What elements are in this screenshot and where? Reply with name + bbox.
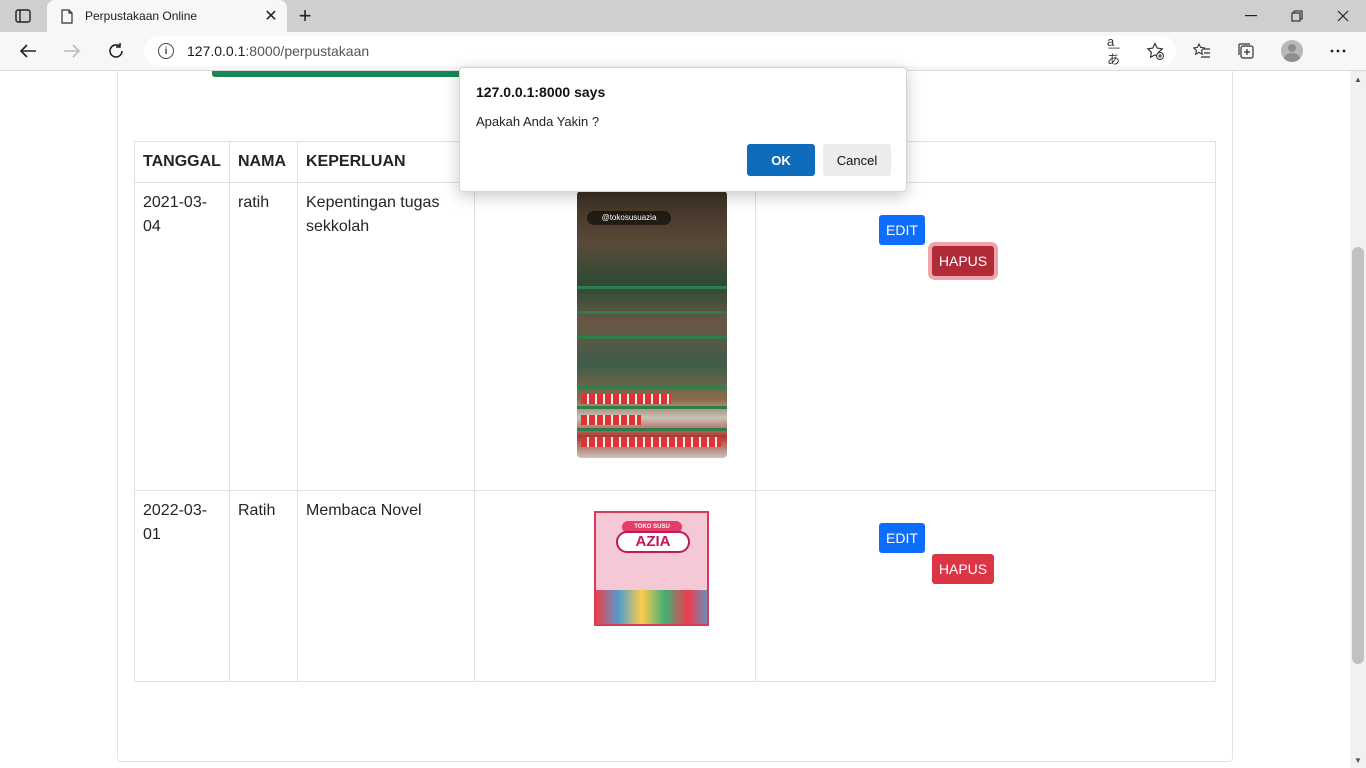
refresh-icon[interactable] xyxy=(101,37,131,65)
table-row: 2021-03-04 ratih Kepentingan tugas sekko… xyxy=(134,182,1216,491)
confirm-dialog: 127.0.0.1:8000 says Apakah Anda Yakin ? … xyxy=(459,67,907,192)
green-accent-bar xyxy=(212,71,462,77)
browser-tab[interactable]: Perpustakaan Online ✕ xyxy=(47,0,287,32)
collections-icon[interactable] xyxy=(1231,37,1261,65)
edit-button[interactable]: EDIT xyxy=(879,523,925,553)
scroll-thumb[interactable] xyxy=(1352,247,1364,664)
hapus-button[interactable]: HAPUS xyxy=(932,554,994,584)
header-tanggal: TANGGAL xyxy=(134,141,230,183)
data-table: TANGGAL NAMA KEPERLUAN 2021-03-04 ratih … xyxy=(134,141,1216,682)
hapus-button[interactable]: HAPUS xyxy=(932,246,994,276)
minimize-icon[interactable] xyxy=(1228,0,1274,32)
cell-keperluan: Membaca Novel xyxy=(297,490,475,682)
url-host: 127.0.0.1 xyxy=(187,43,246,59)
restore-icon[interactable] xyxy=(1274,0,1320,32)
new-tab-icon[interactable]: + xyxy=(294,5,316,27)
cell-image: TOKO SUSU AZIA xyxy=(474,490,756,682)
more-options-icon[interactable] xyxy=(1323,37,1353,65)
cell-actions: EDIT HAPUS xyxy=(755,182,1216,491)
address-bar[interactable]: i 127.0.0.1:8000/perpustakaan a͟ あ xyxy=(144,34,1176,67)
tab-actions-icon[interactable] xyxy=(10,5,36,27)
forward-icon[interactable] xyxy=(57,37,87,65)
url-text: 127.0.0.1:8000/perpustakaan xyxy=(187,43,369,59)
ok-button[interactable]: OK xyxy=(747,144,815,176)
cell-tanggal: 2021-03-04 xyxy=(134,182,230,491)
favorites-icon[interactable] xyxy=(1187,37,1217,65)
cell-tanggal: 2022-03-01 xyxy=(134,490,230,682)
site-info-icon[interactable]: i xyxy=(158,43,174,59)
scroll-up-icon[interactable]: ▲ xyxy=(1350,71,1366,87)
cell-nama: ratih xyxy=(229,182,298,491)
close-window-icon[interactable] xyxy=(1320,0,1366,32)
tab-strip: Perpustakaan Online ✕ + xyxy=(0,0,1366,32)
poster-brand: AZIA xyxy=(616,531,690,553)
page-icon xyxy=(59,8,75,24)
add-favorite-icon[interactable] xyxy=(1144,40,1166,62)
tab-title: Perpustakaan Online xyxy=(85,9,198,23)
profile-avatar[interactable] xyxy=(1281,40,1303,62)
store-poster-image: TOKO SUSU AZIA xyxy=(594,511,709,626)
back-icon[interactable] xyxy=(13,37,43,65)
close-tab-icon[interactable]: ✕ xyxy=(261,6,281,26)
read-aloud-icon[interactable]: a͟ あ xyxy=(1107,34,1129,67)
scroll-down-icon[interactable]: ▼ xyxy=(1350,752,1366,768)
cancel-button[interactable]: Cancel xyxy=(823,144,891,176)
table-row: 2022-03-01 Ratih Membaca Novel TOKO SUSU… xyxy=(134,490,1216,682)
dialog-message: Apakah Anda Yakin ? xyxy=(476,114,600,129)
dialog-origin: 127.0.0.1:8000 says xyxy=(476,84,606,100)
store-shelf-photo: @tokosusuazia xyxy=(577,191,727,458)
edit-button[interactable]: EDIT xyxy=(879,215,925,245)
header-nama: NAMA xyxy=(229,141,298,183)
page-scrollbar[interactable]: ▲ ▼ xyxy=(1350,71,1366,768)
url-path: :8000/perpustakaan xyxy=(245,43,370,59)
browser-toolbar: i 127.0.0.1:8000/perpustakaan a͟ あ xyxy=(0,32,1366,71)
cell-actions: EDIT HAPUS xyxy=(755,490,1216,682)
photo-tag: @tokosusuazia xyxy=(587,211,671,225)
cell-image: @tokosusuazia xyxy=(474,182,756,491)
cell-nama: Ratih xyxy=(229,490,298,682)
header-keperluan: KEPERLUAN xyxy=(297,141,475,183)
cell-keperluan: Kepentingan tugas sekkolah xyxy=(297,182,475,491)
